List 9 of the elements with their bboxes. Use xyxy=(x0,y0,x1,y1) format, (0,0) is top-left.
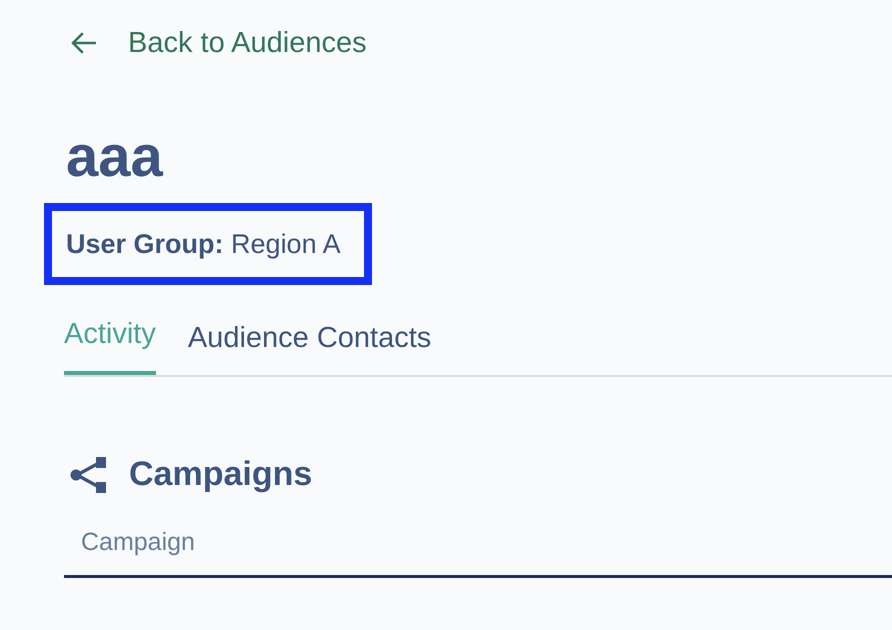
arrow-left-icon xyxy=(70,32,96,54)
back-link[interactable]: Back to Audiences xyxy=(64,26,367,60)
share-icon xyxy=(70,456,106,492)
column-header: Campaign xyxy=(64,513,892,576)
tab[interactable]: Audience Contacts xyxy=(188,315,432,375)
user-group-text: User Group: Region A xyxy=(66,229,341,259)
tab[interactable]: Activity xyxy=(64,315,156,375)
section-title: Campaigns xyxy=(129,454,312,495)
page-title: aaa xyxy=(66,123,164,191)
